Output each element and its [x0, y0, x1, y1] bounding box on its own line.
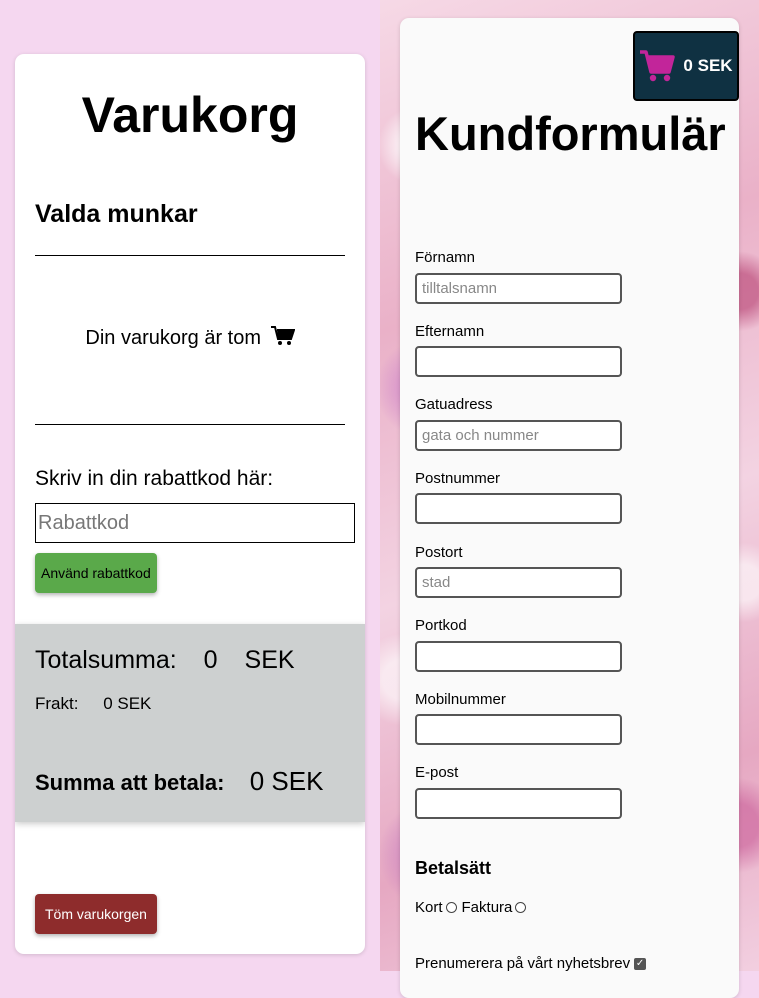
payment-card-label: Kort — [415, 899, 443, 916]
city-input[interactable] — [415, 567, 622, 598]
postal-code-input[interactable] — [415, 493, 622, 524]
apply-discount-button[interactable]: Använd rabattkod — [35, 553, 157, 593]
newsletter-label: Prenumerera på vårt nyhetsbrev — [415, 955, 631, 972]
amount-to-pay-label: Summa att betala: — [35, 770, 225, 795]
newsletter-checkbox[interactable]: ✓ — [634, 957, 647, 970]
city-label: Postort — [415, 544, 463, 561]
amount-to-pay-value: 0 SEK — [249, 766, 324, 796]
form-title: Kundformulär — [415, 107, 726, 160]
shipping-label: Frakt: — [35, 694, 79, 713]
shopping-cart-icon — [270, 326, 295, 345]
first-name-input[interactable] — [415, 273, 622, 304]
empty-cart-message: Din varukorg är tom — [15, 326, 365, 350]
empty-cart-button[interactable]: Töm varukorgen — [35, 894, 157, 934]
email-input[interactable] — [415, 788, 622, 819]
customer-form-panel: Kundformulär Förnamn Efternamn Gatuadres… — [400, 18, 739, 998]
amount-to-pay-row: Summa att betala: 0 SEK — [35, 766, 323, 797]
shopping-cart-icon — [640, 50, 676, 82]
selected-items-heading: Valda munkar — [35, 200, 198, 228]
street-address-label: Gatuadress — [415, 396, 493, 413]
newsletter-row: Prenumerera på vårt nyhetsbrev ✓ — [415, 955, 647, 972]
empty-cart-text: Din varukorg är tom — [85, 327, 262, 349]
door-code-input[interactable] — [415, 641, 622, 672]
mobile-input[interactable] — [415, 714, 622, 745]
email-label: E-post — [415, 764, 459, 781]
cart-panel: Varukorg Valda munkar Din varukorg är to… — [15, 54, 365, 954]
shipping-value: 0 SEK — [103, 694, 152, 713]
divider-bottom — [35, 424, 345, 425]
payment-card-radio[interactable] — [445, 902, 457, 913]
shipping-row: Frakt: 0 SEK — [35, 694, 171, 714]
first-name-label: Förnamn — [415, 249, 476, 266]
total-row: Totalsumma: 0 SEK — [35, 646, 315, 675]
discount-label: Skriv in din rabattkod här: — [35, 467, 274, 490]
total-value: 0 — [203, 646, 218, 674]
order-summary: Totalsumma: 0 SEK Frakt: 0 SEK Summa att… — [15, 624, 365, 822]
total-label: Totalsumma: — [35, 646, 177, 674]
postal-code-label: Postnummer — [415, 470, 501, 487]
divider-top — [35, 255, 345, 256]
discount-code-input[interactable] — [35, 503, 355, 543]
cart-title: Varukorg — [81, 87, 299, 143]
payment-invoice-label: Faktura — [461, 899, 513, 916]
street-address-input[interactable] — [415, 420, 622, 451]
payment-options: Kort Faktura — [415, 899, 531, 916]
total-currency: SEK — [244, 646, 295, 674]
mobile-label: Mobilnummer — [415, 691, 506, 708]
last-name-label: Efternamn — [415, 323, 485, 340]
header-cart-button[interactable]: 0 SEK — [633, 31, 739, 101]
header-cart-amount: 0 SEK — [683, 56, 733, 75]
last-name-input[interactable] — [415, 346, 622, 377]
payment-invoice-radio[interactable] — [515, 902, 527, 913]
payment-method-heading: Betalsätt — [415, 858, 492, 878]
door-code-label: Portkod — [415, 617, 467, 634]
